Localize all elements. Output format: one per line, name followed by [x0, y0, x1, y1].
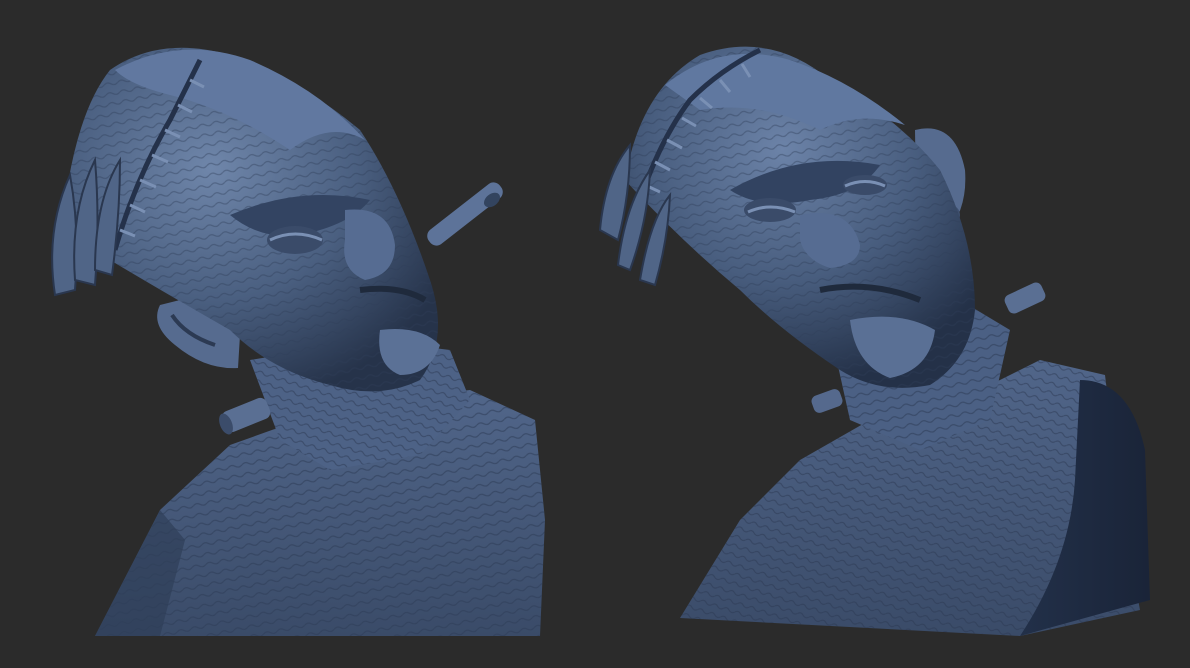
neck-bolt-icon: [219, 397, 271, 435]
sculpt-viewport[interactable]: [0, 0, 1190, 668]
cigar-icon: [427, 182, 503, 246]
sculpt-canvas: [51, 46, 1150, 636]
sculpt-view-left[interactable]: [51, 47, 545, 636]
sculpt-view-right[interactable]: [598, 46, 1150, 636]
